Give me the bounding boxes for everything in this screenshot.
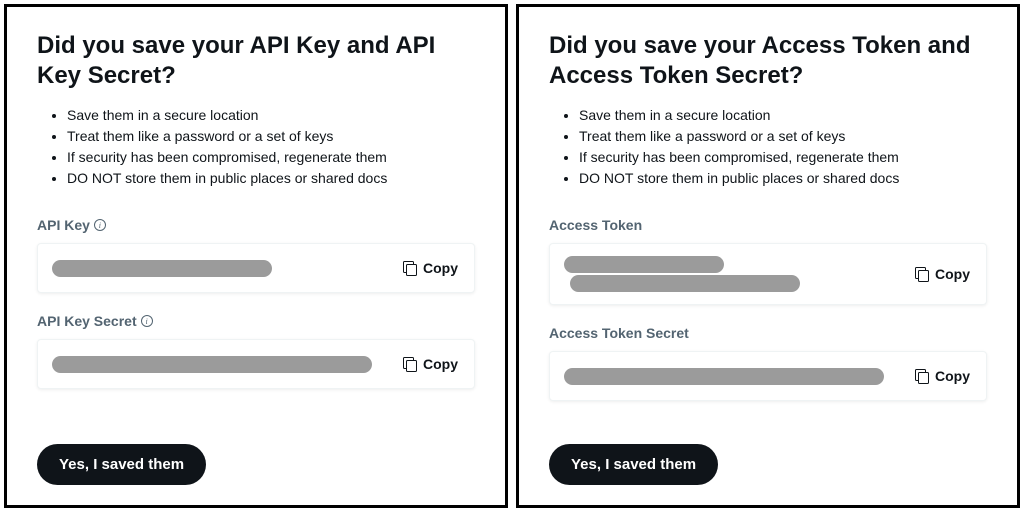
redacted-bar: [570, 275, 800, 292]
copy-icon: [403, 261, 417, 275]
api-key-panel: Did you save your API Key and API Key Se…: [4, 4, 508, 508]
field-label-text: API Key: [37, 217, 90, 233]
access-token-field: Copy: [549, 243, 987, 305]
redacted-value: [564, 256, 800, 292]
api-key-field: Copy: [37, 243, 475, 293]
list-item: Treat them like a password or a set of k…: [67, 126, 475, 147]
list-item: Treat them like a password or a set of k…: [579, 126, 987, 147]
redacted-bar: [52, 260, 272, 277]
field-label-text: API Key Secret: [37, 313, 137, 329]
field-label-text: Access Token Secret: [549, 325, 689, 341]
api-key-label: API Key i: [37, 217, 475, 233]
info-icon[interactable]: i: [141, 315, 153, 327]
list-item: Save them in a secure location: [579, 105, 987, 126]
list-item: If security has been compromised, regene…: [67, 147, 475, 168]
access-token-secret-label: Access Token Secret: [549, 325, 987, 341]
field-label-text: Access Token: [549, 217, 642, 233]
redacted-value: [52, 260, 272, 277]
confirm-saved-button[interactable]: Yes, I saved them: [549, 444, 718, 485]
panel-title: Did you save your Access Token and Acces…: [549, 31, 987, 91]
security-tips-list: Save them in a secure location Treat the…: [549, 105, 987, 189]
copy-button[interactable]: Copy: [913, 262, 972, 286]
access-token-secret-field: Copy: [549, 351, 987, 401]
copy-label: Copy: [423, 356, 458, 372]
list-item: If security has been compromised, regene…: [579, 147, 987, 168]
copy-label: Copy: [935, 266, 970, 282]
info-icon[interactable]: i: [94, 219, 106, 231]
copy-label: Copy: [935, 368, 970, 384]
copy-button[interactable]: Copy: [401, 352, 460, 376]
copy-icon: [403, 357, 417, 371]
copy-button[interactable]: Copy: [401, 256, 460, 280]
confirm-saved-button[interactable]: Yes, I saved them: [37, 444, 206, 485]
redacted-bar: [564, 256, 724, 273]
copy-icon: [915, 267, 929, 281]
list-item: DO NOT store them in public places or sh…: [579, 168, 987, 189]
redacted-bar: [52, 356, 372, 373]
redacted-value: [564, 368, 884, 385]
list-item: DO NOT store them in public places or sh…: [67, 168, 475, 189]
access-token-label: Access Token: [549, 217, 987, 233]
redacted-value: [52, 356, 372, 373]
copy-icon: [915, 369, 929, 383]
api-key-secret-field: Copy: [37, 339, 475, 389]
security-tips-list: Save them in a secure location Treat the…: [37, 105, 475, 189]
access-token-panel: Did you save your Access Token and Acces…: [516, 4, 1020, 508]
redacted-bar: [564, 368, 884, 385]
api-key-secret-label: API Key Secret i: [37, 313, 475, 329]
panel-title: Did you save your API Key and API Key Se…: [37, 31, 475, 91]
copy-button[interactable]: Copy: [913, 364, 972, 388]
list-item: Save them in a secure location: [67, 105, 475, 126]
copy-label: Copy: [423, 260, 458, 276]
